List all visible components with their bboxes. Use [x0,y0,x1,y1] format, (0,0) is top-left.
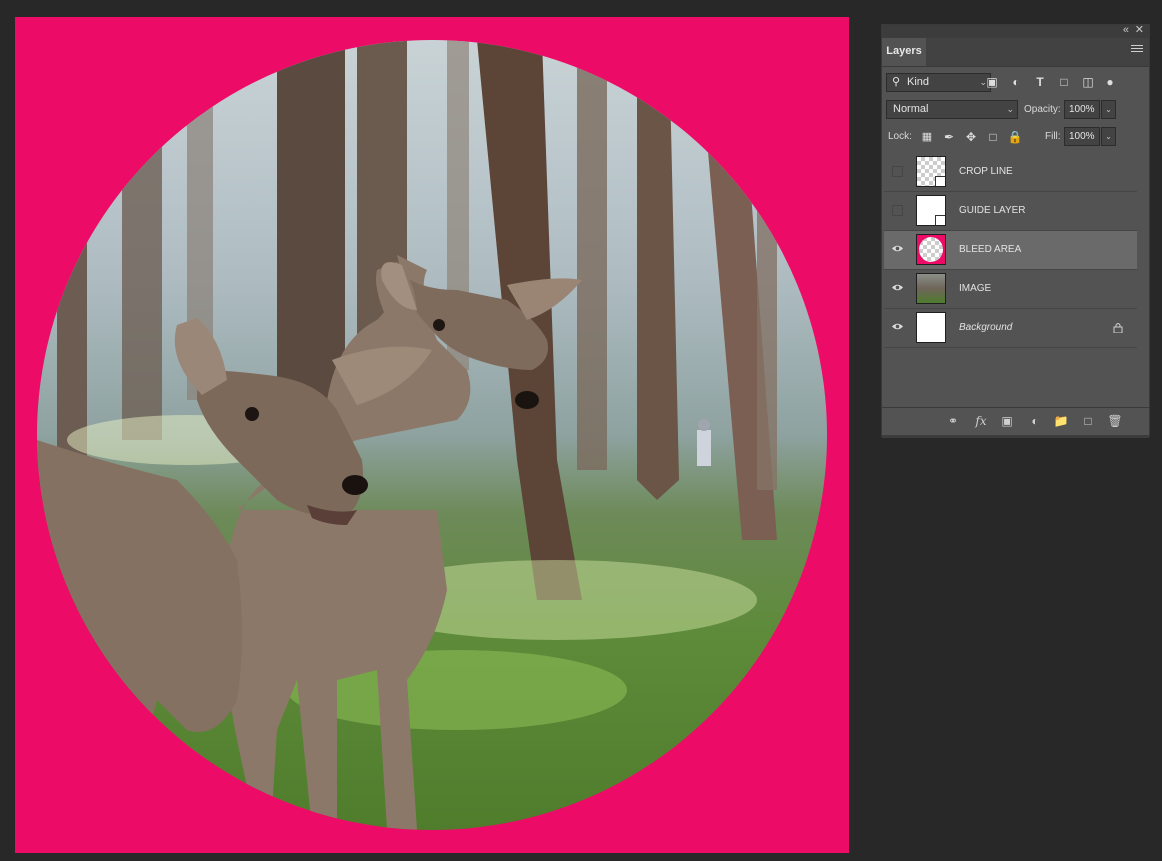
smart-object-filter-icon[interactable]: ◫ [1080,74,1096,90]
search-icon: ⚲ [892,76,901,88]
opacity-label: Opacity: [1024,104,1061,115]
type-filter-icon[interactable]: T [1032,74,1048,90]
opacity-dropdown-icon[interactable]: ⌄ [1101,100,1116,119]
link-layers-icon[interactable]: ⚭ [945,413,961,429]
double-chevron-left-icon[interactable]: « [1123,24,1129,37]
lock-artboard-icon[interactable]: □ [985,129,1001,145]
layer-thumbnail [916,156,946,187]
layer-name: Background [959,322,1013,333]
panel-footer: ⚭ fx ▣ ◐ 📁 □ 🗑 [882,407,1149,438]
blend-mode-value: Normal [893,103,929,115]
layer-thumbnail [916,273,946,304]
add-mask-icon[interactable]: ▣ [999,413,1015,429]
visibility-toggle-off[interactable] [892,205,903,216]
chevron-down-icon: ⌄ [1006,104,1014,114]
eye-icon[interactable] [892,243,903,254]
layer-name: CROP LINE [959,166,1013,177]
panel-title-bar[interactable]: « ✕ [882,24,1149,38]
opacity-field[interactable]: 100% [1064,100,1100,119]
eye-icon[interactable] [892,321,903,332]
layer-name: BLEED AREA [959,244,1022,255]
fx-icon[interactable]: fx [973,413,989,429]
layer-row-background[interactable]: Background [884,309,1137,348]
forest-scene [37,40,777,830]
eye-icon[interactable] [892,282,903,293]
lock-position-icon[interactable]: ✥ [963,129,979,145]
blend-row: Normal ⌄ Opacity: 100% ⌄ [882,97,1149,121]
lock-row: Lock: ▦ ✒ ✥ □ 🔒 Fill: 100% ⌄ [882,125,1149,149]
lock-label: Lock: [888,131,912,142]
layer-name: GUIDE LAYER [959,205,1026,216]
lock-icon[interactable] [1113,322,1123,333]
lock-transparency-icon[interactable]: ▦ [919,129,935,145]
layer-row-image[interactable]: IMAGE [884,270,1137,309]
filter-toggle-icon[interactable]: ● [1102,74,1118,90]
layer-thumbnail [916,234,946,265]
visibility-toggle-off[interactable] [892,166,903,177]
new-group-icon[interactable]: 📁 [1053,413,1069,429]
delete-icon[interactable]: 🗑 [1107,413,1123,429]
layers-list: CROP LINE GUIDE LAYER BLEED AREA IMAGE B… [884,153,1137,409]
lock-all-icon[interactable]: 🔒 [1007,129,1023,145]
panel-tab-row: Layers [882,38,1149,67]
shape-filter-icon[interactable]: □ [1056,74,1072,90]
deer-photo [37,40,827,830]
lock-paint-icon[interactable]: ✒ [941,129,957,145]
fill-dropdown-icon[interactable]: ⌄ [1101,127,1116,146]
layer-thumbnail [916,195,946,226]
layer-row-guide-layer[interactable]: GUIDE LAYER [884,192,1137,231]
adjustment-filter-icon[interactable]: ◐ [1008,74,1024,90]
layer-name: IMAGE [959,283,992,294]
hamburger-menu-icon[interactable] [1131,45,1143,55]
layers-panel: « ✕ Layers ⚲ Kind ⌄ ▣ ◐ T □ ◫ ● Normal ⌄… [881,24,1150,438]
kind-filter-label: Kind [907,76,930,88]
fill-field[interactable]: 100% [1064,127,1100,146]
document-canvas[interactable] [15,17,849,853]
new-layer-icon[interactable]: □ [1080,413,1096,429]
kind-filter-select[interactable]: ⚲ Kind ⌄ [886,73,991,92]
shape-badge-icon [935,215,945,225]
fill-label: Fill: [1045,131,1061,142]
layer-row-crop-line[interactable]: CROP LINE [884,153,1137,192]
shape-badge-icon [935,176,945,186]
adjustment-layer-icon[interactable]: ◐ [1027,413,1043,429]
tab-layers[interactable]: Layers [882,38,926,66]
layer-row-bleed-area[interactable]: BLEED AREA [884,231,1137,270]
close-icon[interactable]: ✕ [1135,24,1144,37]
filter-row: ⚲ Kind ⌄ ▣ ◐ T □ ◫ ● [882,69,1149,95]
image-filter-icon[interactable]: ▣ [984,74,1000,90]
layer-thumbnail [916,312,946,343]
panel-resize-grip[interactable] [882,435,1149,438]
blend-mode-select[interactable]: Normal ⌄ [886,100,1018,119]
